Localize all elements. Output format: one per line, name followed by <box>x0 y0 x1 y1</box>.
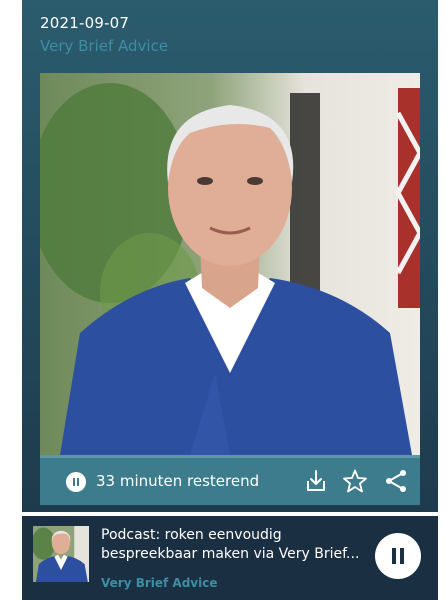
mini-player-show-name: Very Brief Advice <box>101 576 218 590</box>
mini-player-title-line1: Podcast: roken eenvoudig <box>101 527 282 543</box>
pause-icon <box>73 478 79 486</box>
portrait-thumbnail <box>33 526 89 582</box>
portrait-image <box>40 73 420 455</box>
episode-artwork <box>40 73 420 455</box>
mini-player-title-line2: bespreekbaar maken via Very Brief... <box>101 546 360 562</box>
share-icon[interactable] <box>383 468 409 494</box>
playback-controls: 33 minuten resterend <box>40 455 420 505</box>
pause-button[interactable] <box>66 472 86 492</box>
star-icon[interactable] <box>342 468 368 494</box>
pause-icon <box>392 548 404 564</box>
mini-player-title: Podcast: roken eenvoudig bespreekbaar ma… <box>101 526 373 564</box>
episode-date: 2021-09-07 <box>40 14 130 32</box>
mini-player-pause-button[interactable] <box>375 533 421 579</box>
time-remaining: 33 minuten resterend <box>96 472 260 490</box>
show-name[interactable]: Very Brief Advice <box>40 37 168 55</box>
mini-player-thumbnail <box>33 526 89 582</box>
mini-player[interactable]: Podcast: roken eenvoudig bespreekbaar ma… <box>22 516 438 600</box>
download-icon[interactable] <box>303 468 329 494</box>
episode-card: 2021-09-07 Very Brief Advice 33 minuten … <box>22 0 438 512</box>
progress-bar[interactable] <box>40 455 420 458</box>
